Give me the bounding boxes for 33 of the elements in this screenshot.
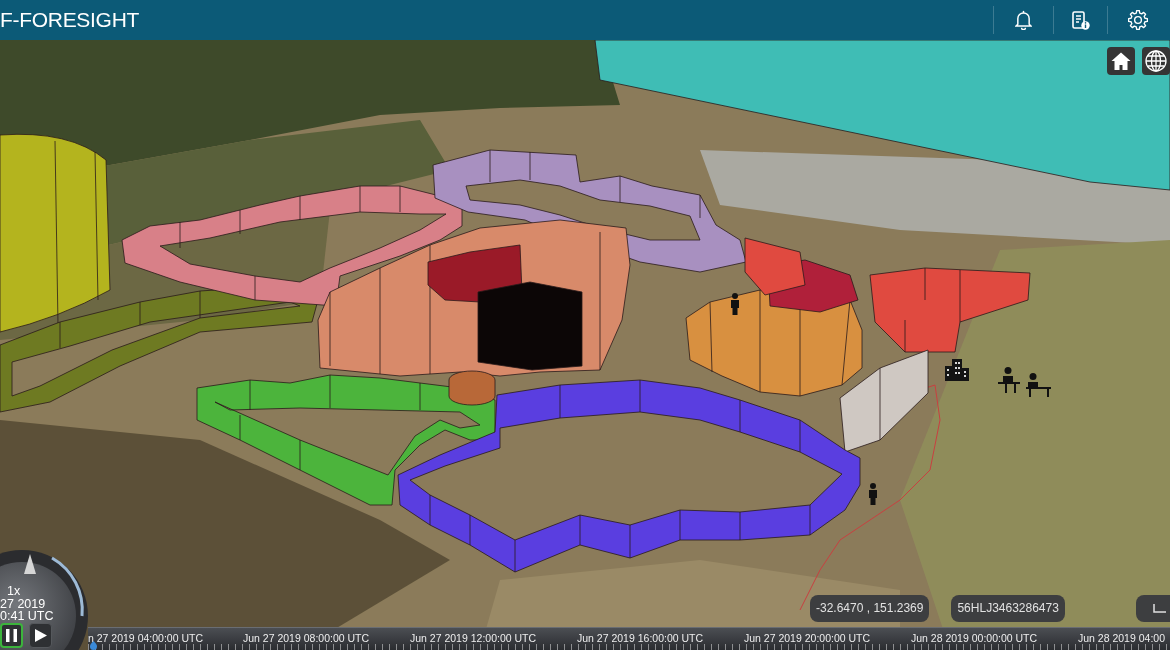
- timeline-label: Jun 27 2019 20:00:00 UTC: [744, 632, 871, 644]
- document-info-icon: [1071, 10, 1090, 30]
- home-icon: [1111, 52, 1131, 70]
- person-icon: [869, 483, 877, 505]
- pause-button[interactable]: [0, 623, 23, 648]
- clock-date: 27 2019: [0, 597, 46, 610]
- timeline-label: Jun 28 2019 00:00:00 UTC: [911, 632, 1038, 644]
- coordinates-readout: -32.6470 , 151.2369: [810, 595, 930, 622]
- timeline-label: n 27 2019 04:00:00 UTC: [88, 632, 203, 644]
- person-icon: [731, 293, 739, 315]
- building-icon: [945, 359, 969, 381]
- timeline-label: Jun 27 2019 12:00:00 UTC: [410, 632, 537, 644]
- timeline-label: Jun 27 2019 08:00:00 UTC: [243, 632, 370, 644]
- desk-icon: [998, 367, 1020, 393]
- clock-time: 0:41 UTC: [0, 610, 54, 623]
- pause-icon: [6, 629, 17, 642]
- app-title: F-FORESIGHT: [0, 8, 140, 32]
- bell-icon: [1015, 10, 1032, 30]
- speed-label: 1x: [7, 585, 21, 598]
- corner-icon: [1153, 604, 1166, 613]
- settings-icon: [1127, 10, 1148, 30]
- grid-reference-readout: 56HLJ3463286473: [951, 595, 1065, 622]
- desk-icon: [1026, 373, 1051, 397]
- timeline-label: Jun 28 2019 04:00: [1078, 632, 1165, 644]
- timeline-label: Jun 27 2019 16:00:00 UTC: [577, 632, 704, 644]
- timeline-handle[interactable]: [90, 641, 97, 650]
- globe-button[interactable]: [1142, 47, 1170, 75]
- globe-icon: [1145, 50, 1167, 72]
- map-tool-button[interactable]: [1136, 595, 1170, 622]
- home-button[interactable]: [1107, 47, 1135, 75]
- play-icon: [34, 629, 47, 642]
- timeline-bar[interactable]: n 27 2019 04:00:00 UTC Jun 27 2019 08:00:00 UTC Jun 27 2019 12:00:00 UTC Jun 27 2019 16:00:00 UTC Jun 27 2019 20:00:00 UTC Jun 28 2019 00:00:00 UTC Jun 28 2019 04:00: [88, 627, 1170, 650]
- play-button[interactable]: [29, 623, 52, 648]
